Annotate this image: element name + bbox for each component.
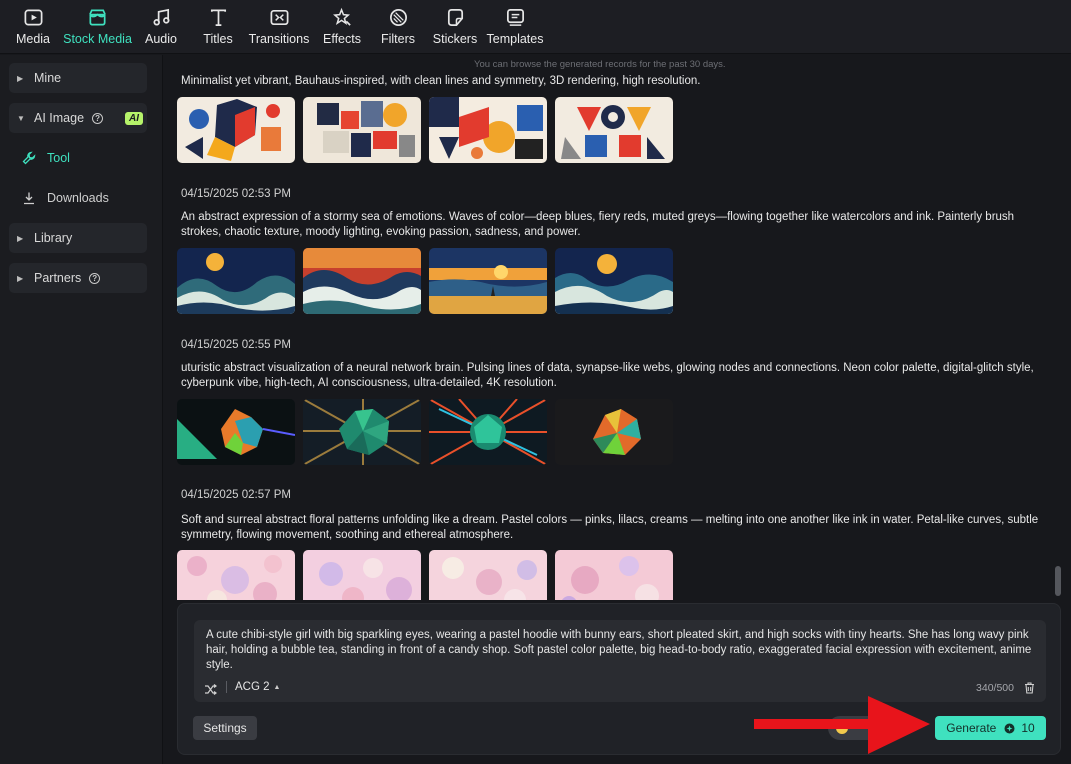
tool-templates-label: Templates xyxy=(486,32,544,46)
tool-filters[interactable]: Filters xyxy=(369,0,427,54)
thumbnail-image[interactable] xyxy=(555,248,673,314)
effects-icon xyxy=(331,6,353,28)
tool-effects[interactable]: Effects xyxy=(315,0,369,54)
prompt-text[interactable]: A cute chibi-style girl with big sparkli… xyxy=(206,628,1036,673)
transitions-icon xyxy=(268,6,290,28)
record-thumbnails xyxy=(177,97,681,163)
thumbnail-image[interactable] xyxy=(429,550,547,600)
tool-audio-label: Audio xyxy=(145,32,177,46)
caret-down-icon: ▼ xyxy=(17,113,25,123)
record-date: 04/15/2025 02:55 PM xyxy=(181,339,291,351)
wrench-icon xyxy=(22,151,36,165)
tool-titles[interactable]: Titles xyxy=(193,0,243,54)
sidebar-item-downloads-label: Downloads xyxy=(47,191,109,205)
record-thumbnails xyxy=(177,399,681,465)
thumbnail-image[interactable] xyxy=(303,399,421,465)
sidebar-item-partners-label: Partners xyxy=(34,271,82,285)
record-prompt: Minimalist yet vibrant, Bauhaus-inspired… xyxy=(181,75,701,87)
caret-right-icon: ▶ xyxy=(17,233,24,243)
credit-icon xyxy=(1004,723,1015,733)
top-toolbar: Media Stock Media Audio Titles Transitio… xyxy=(0,0,1071,54)
thumbnail-image[interactable] xyxy=(303,248,421,314)
stock-media-icon xyxy=(87,6,109,28)
sidebar-item-library[interactable]: ▶ Library xyxy=(9,223,147,253)
filters-icon xyxy=(387,6,409,28)
thumbnail-image[interactable] xyxy=(303,550,421,600)
tool-stickers[interactable]: Stickers xyxy=(427,0,483,54)
records-scrollbar[interactable] xyxy=(1055,566,1061,596)
tool-filters-label: Filters xyxy=(380,32,416,46)
red-arrow-annotation xyxy=(754,696,930,754)
thumbnail-image[interactable] xyxy=(177,399,295,465)
record-thumbnails xyxy=(177,248,681,314)
tool-stock-media[interactable]: Stock Media xyxy=(63,0,132,54)
thumbnail-image[interactable] xyxy=(555,97,673,163)
tool-transitions[interactable]: Transitions xyxy=(243,0,315,54)
sidebar-item-partners[interactable]: ▶ Partners ? xyxy=(9,263,147,293)
sidebar-item-mine-label: Mine xyxy=(34,71,62,85)
tool-stickers-label: Stickers xyxy=(432,32,478,46)
thumbnail-image[interactable] xyxy=(429,97,547,163)
prompt-input[interactable]: A cute chibi-style girl with big sparkli… xyxy=(194,620,1046,702)
sidebar-item-tool[interactable]: Tool xyxy=(22,147,70,169)
shuffle-icon[interactable] xyxy=(204,683,217,696)
caret-right-icon: ▶ xyxy=(17,273,24,283)
records-hint: You can browse the generated records for… xyxy=(474,59,726,70)
tool-templates[interactable]: Templates xyxy=(483,0,547,54)
trash-icon[interactable] xyxy=(1023,681,1036,694)
record-prompt: An abstract expression of a stormy sea o… xyxy=(181,211,1015,238)
settings-button[interactable]: Settings xyxy=(193,716,257,740)
thumbnail-image[interactable] xyxy=(555,550,673,600)
generate-button[interactable]: Generate 10 xyxy=(935,716,1046,740)
sidebar-item-downloads[interactable]: Downloads xyxy=(22,187,109,209)
style-select[interactable]: ACG 2 ▲ xyxy=(226,681,280,693)
sidebar-item-mine[interactable]: ▶ Mine xyxy=(9,63,147,93)
tool-media[interactable]: Media xyxy=(0,0,66,54)
thumbnail-image[interactable] xyxy=(429,248,547,314)
help-icon[interactable]: ? xyxy=(92,112,104,124)
ai-badge: AI xyxy=(125,111,144,125)
media-icon xyxy=(22,6,44,28)
titles-icon xyxy=(207,6,229,28)
tool-effects-label: Effects xyxy=(323,32,361,46)
sidebar-item-library-label: Library xyxy=(34,231,73,245)
style-select-value: ACG 2 xyxy=(235,681,270,693)
record-date: 04/15/2025 02:53 PM xyxy=(181,188,291,200)
generate-button-label: Generate xyxy=(946,721,997,735)
tool-stock-media-label: Stock Media xyxy=(63,32,132,46)
tool-audio[interactable]: Audio xyxy=(129,0,193,54)
thumbnail-image[interactable] xyxy=(555,399,673,465)
stickers-icon xyxy=(444,6,466,28)
thumbnail-image[interactable] xyxy=(429,399,547,465)
record-prompt: uturistic abstract visualization of a ne… xyxy=(181,362,1034,389)
record-thumbnails xyxy=(177,550,681,600)
record-date: 04/15/2025 02:57 PM xyxy=(181,489,291,501)
help-icon[interactable]: ? xyxy=(89,272,101,284)
sidebar: ▶ Mine ▼ AI Image ? AI Tool Downloads ▶ … xyxy=(0,55,163,764)
char-count: 340/500 xyxy=(976,682,1014,694)
thumbnail-image[interactable] xyxy=(177,248,295,314)
templates-icon xyxy=(504,6,526,28)
tool-media-label: Media xyxy=(15,32,51,46)
sidebar-item-ai-image-label: AI Image xyxy=(34,111,85,125)
thumbnail-image[interactable] xyxy=(177,550,295,600)
thumbnail-image[interactable] xyxy=(177,97,295,163)
tool-transitions-label: Transitions xyxy=(248,32,310,46)
style-divider xyxy=(226,681,227,693)
sidebar-item-tool-label: Tool xyxy=(47,151,70,165)
chevron-up-icon: ▲ xyxy=(273,683,281,691)
caret-right-icon: ▶ xyxy=(17,73,24,83)
record-prompt: Soft and surreal abstract floral pattern… xyxy=(181,514,1039,541)
download-icon xyxy=(24,192,34,205)
sidebar-item-ai-image[interactable]: ▼ AI Image ? AI xyxy=(9,103,147,133)
generate-cost: 10 xyxy=(1021,721,1035,735)
thumbnail-image[interactable] xyxy=(303,97,421,163)
tool-titles-label: Titles xyxy=(203,32,233,46)
audio-icon xyxy=(150,6,172,28)
